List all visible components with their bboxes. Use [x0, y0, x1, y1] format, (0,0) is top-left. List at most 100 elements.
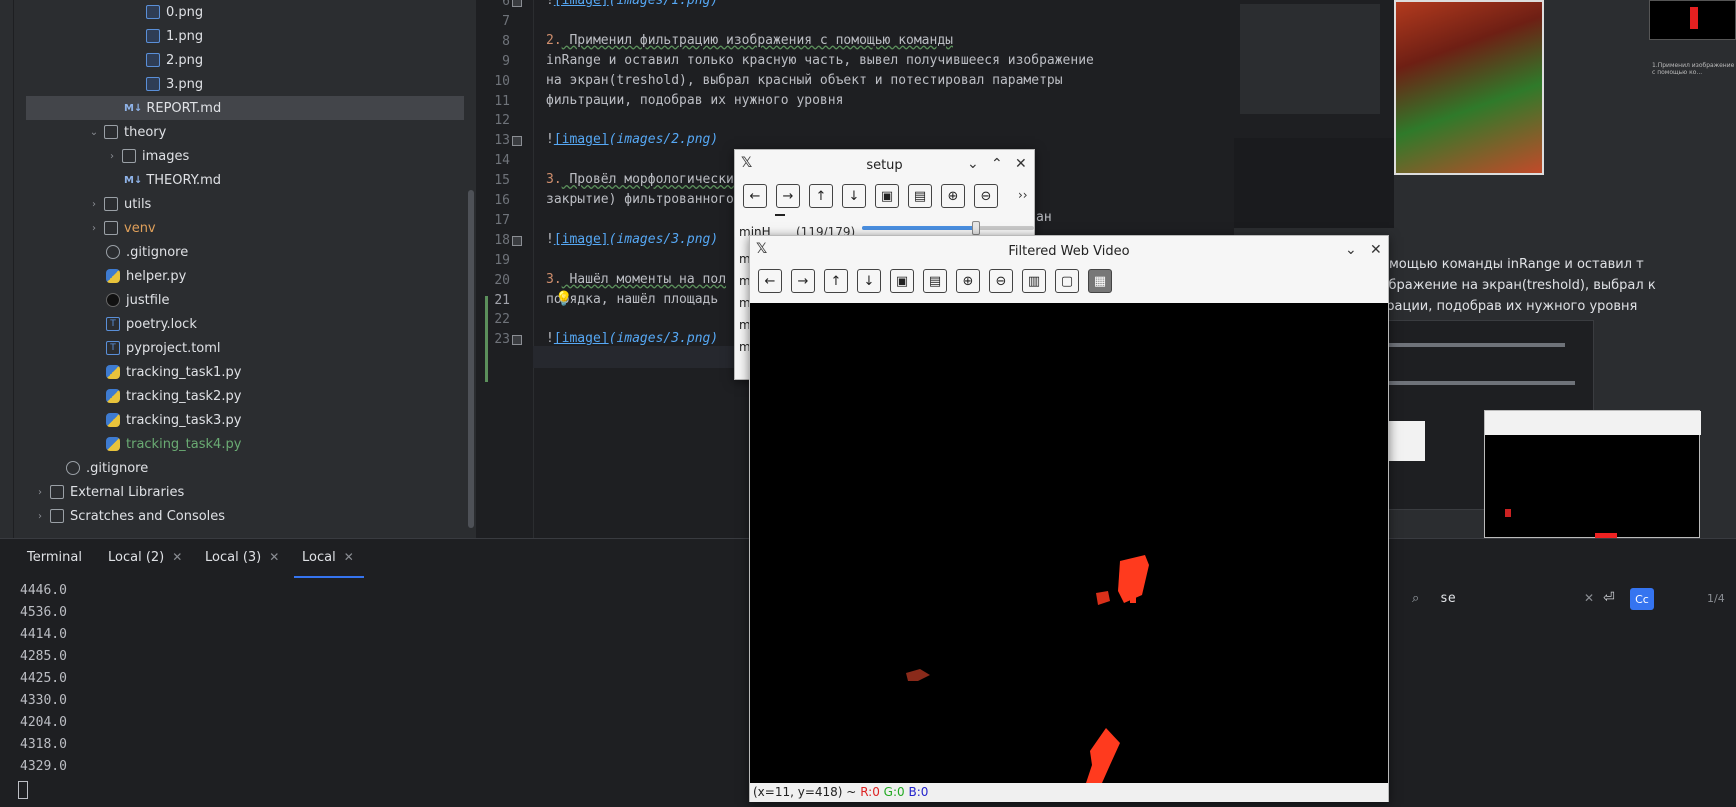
tab-local-2[interactable]: Local (2) ✕	[108, 550, 182, 565]
pan-right-icon[interactable]: →	[791, 269, 815, 293]
close-icon[interactable]: ✕	[344, 550, 354, 564]
video-frame[interactable]	[750, 303, 1388, 783]
tree-item[interactable]: tracking_task4.py	[106, 432, 241, 456]
tree-item[interactable]: .gitignore	[66, 456, 148, 480]
chevron-right-icon[interactable]: ›	[106, 150, 118, 162]
zoom-out-icon[interactable]: ⊖	[974, 184, 998, 208]
tree-item[interactable]: M↓ THEORY.md	[124, 168, 221, 192]
pan-left-icon[interactable]: ←	[758, 269, 782, 293]
pan-left-icon[interactable]: ←	[743, 184, 767, 208]
tree-item[interactable]: Tpyproject.toml	[106, 336, 221, 360]
match-case-toggle[interactable]: Cc	[1630, 588, 1654, 610]
image-file-icon	[146, 53, 160, 67]
tree-item[interactable]: helper.py	[106, 264, 186, 288]
active-tab-underline	[294, 576, 364, 578]
line-number: 14	[494, 153, 510, 169]
line-text: Применил фильтрацию изображения с помощь…	[561, 32, 953, 48]
pan-up-icon[interactable]: ↑	[824, 269, 848, 293]
tree-item[interactable]: tracking_task3.py	[106, 408, 241, 432]
tree-item-label: tracking_task2.py	[126, 388, 242, 404]
line-number: 21	[494, 292, 510, 308]
python-file-icon	[106, 413, 120, 427]
tree-item[interactable]: › External Libraries	[34, 480, 184, 504]
search-input[interactable]: se	[1440, 591, 1456, 606]
zoom-fit-icon[interactable]: ▤	[923, 269, 947, 293]
tree-item[interactable]: .gitignore	[106, 240, 188, 264]
zoom-in-icon[interactable]: ⊕	[941, 184, 965, 208]
tree-item-label: External Libraries	[70, 484, 185, 500]
chevron-right-icon[interactable]: ›	[34, 486, 46, 498]
code-line: inRange и оставил только красную часть, …	[546, 52, 1094, 68]
code-line: ![image](images/2.png)	[546, 132, 718, 147]
chevron-down-icon[interactable]: ⌄	[88, 126, 100, 138]
zoom-fit-icon[interactable]: ▤	[908, 184, 932, 208]
project-scrollbar[interactable]	[468, 190, 474, 528]
minH-slider-thumb[interactable]	[972, 221, 981, 235]
close-icon[interactable]: ✕	[269, 550, 279, 564]
clear-search-icon[interactable]: ✕	[1584, 591, 1594, 605]
chevron-right-icon[interactable]: ›	[88, 198, 100, 210]
tab-terminal[interactable]: Terminal	[27, 550, 82, 565]
zoom-out-icon[interactable]: ⊖	[989, 269, 1013, 293]
tab-local-3[interactable]: Local (3) ✕	[205, 550, 279, 565]
tab-local[interactable]: Local ✕	[302, 550, 354, 565]
line-number: 17	[494, 212, 510, 228]
link-text: [image]	[553, 132, 609, 148]
maximize-button[interactable]: ⌃	[991, 156, 1003, 172]
minimize-button[interactable]: ⌄	[967, 156, 979, 172]
code-line: ![image](images/1.png)	[546, 0, 718, 8]
save-image-icon[interactable]: ▥	[1022, 269, 1046, 293]
wrap-icon[interactable]: ⏎	[1603, 590, 1615, 606]
tree-item[interactable]: justfile	[106, 288, 170, 312]
minimize-button[interactable]: ⌄	[1345, 242, 1357, 258]
chevron-right-icon[interactable]: ›	[34, 510, 46, 522]
image-gutter-icon[interactable]	[512, 136, 522, 147]
lightbulb-icon[interactable]: 💡	[555, 291, 572, 307]
pan-down-icon[interactable]: ↓	[842, 184, 866, 208]
close-button[interactable]: ✕	[1370, 242, 1382, 258]
tree-item[interactable]: › Scratches and Consoles	[34, 504, 225, 528]
tree-item[interactable]: 3.png	[146, 72, 203, 96]
close-icon[interactable]: ✕	[172, 550, 182, 564]
tree-item[interactable]: 1.png	[146, 24, 203, 48]
zoom-image-icon[interactable]: ▣	[875, 184, 899, 208]
properties-icon[interactable]: ▦	[1088, 269, 1112, 293]
terminal-line: 4285.0	[20, 649, 67, 664]
image-gutter-icon[interactable]	[512, 335, 522, 346]
tree-item[interactable]: tracking_task2.py	[106, 384, 241, 408]
copy-clipboard-icon[interactable]: ▢	[1055, 269, 1079, 293]
close-button[interactable]: ✕	[1015, 156, 1027, 172]
link-text: [image]	[553, 231, 609, 247]
pan-up-icon[interactable]: ↑	[809, 184, 833, 208]
list-number: 3.	[546, 271, 562, 287]
tree-item[interactable]: M↓ REPORT.md	[26, 96, 464, 120]
tree-item[interactable]: › venv	[88, 216, 156, 240]
more-tools-icon[interactable]: ››	[1018, 188, 1028, 202]
zoom-in-icon[interactable]: ⊕	[956, 269, 980, 293]
pan-down-icon[interactable]: ↓	[857, 269, 881, 293]
tree-item[interactable]: Tpoetry.lock	[106, 312, 197, 336]
line-number: 12	[494, 113, 510, 129]
terminal-line: 4318.0	[20, 737, 67, 752]
minH-slider-track[interactable]	[862, 221, 1034, 235]
gutter-divider	[533, 0, 534, 538]
chevron-right-icon[interactable]: ›	[88, 222, 100, 234]
python-file-icon	[106, 269, 120, 283]
tree-item[interactable]: › images	[106, 144, 189, 168]
tree-item[interactable]: 2.png	[146, 48, 203, 72]
image-gutter-icon[interactable]	[512, 0, 522, 7]
link-text: [image]	[553, 331, 609, 347]
code-line: 3. Провёл морфологически	[546, 172, 734, 187]
tree-item[interactable]: tracking_task1.py	[106, 360, 241, 384]
video-status-bar: (x=11, y=418) ~ R:0 G:0 B:0	[750, 783, 1388, 802]
tree-item[interactable]: ⌄ theory	[88, 120, 167, 144]
tree-item[interactable]: 0.png	[146, 0, 203, 24]
tree-item-label: 1.png	[166, 28, 204, 44]
zoom-image-icon[interactable]: ▣	[890, 269, 914, 293]
image-gutter-icon[interactable]	[512, 235, 522, 246]
line-number: 23	[494, 332, 510, 348]
pan-right-icon[interactable]: →	[776, 184, 800, 208]
folder-icon	[104, 197, 118, 211]
red-blob-large	[1118, 555, 1149, 603]
tree-item[interactable]: › utils	[88, 192, 151, 216]
